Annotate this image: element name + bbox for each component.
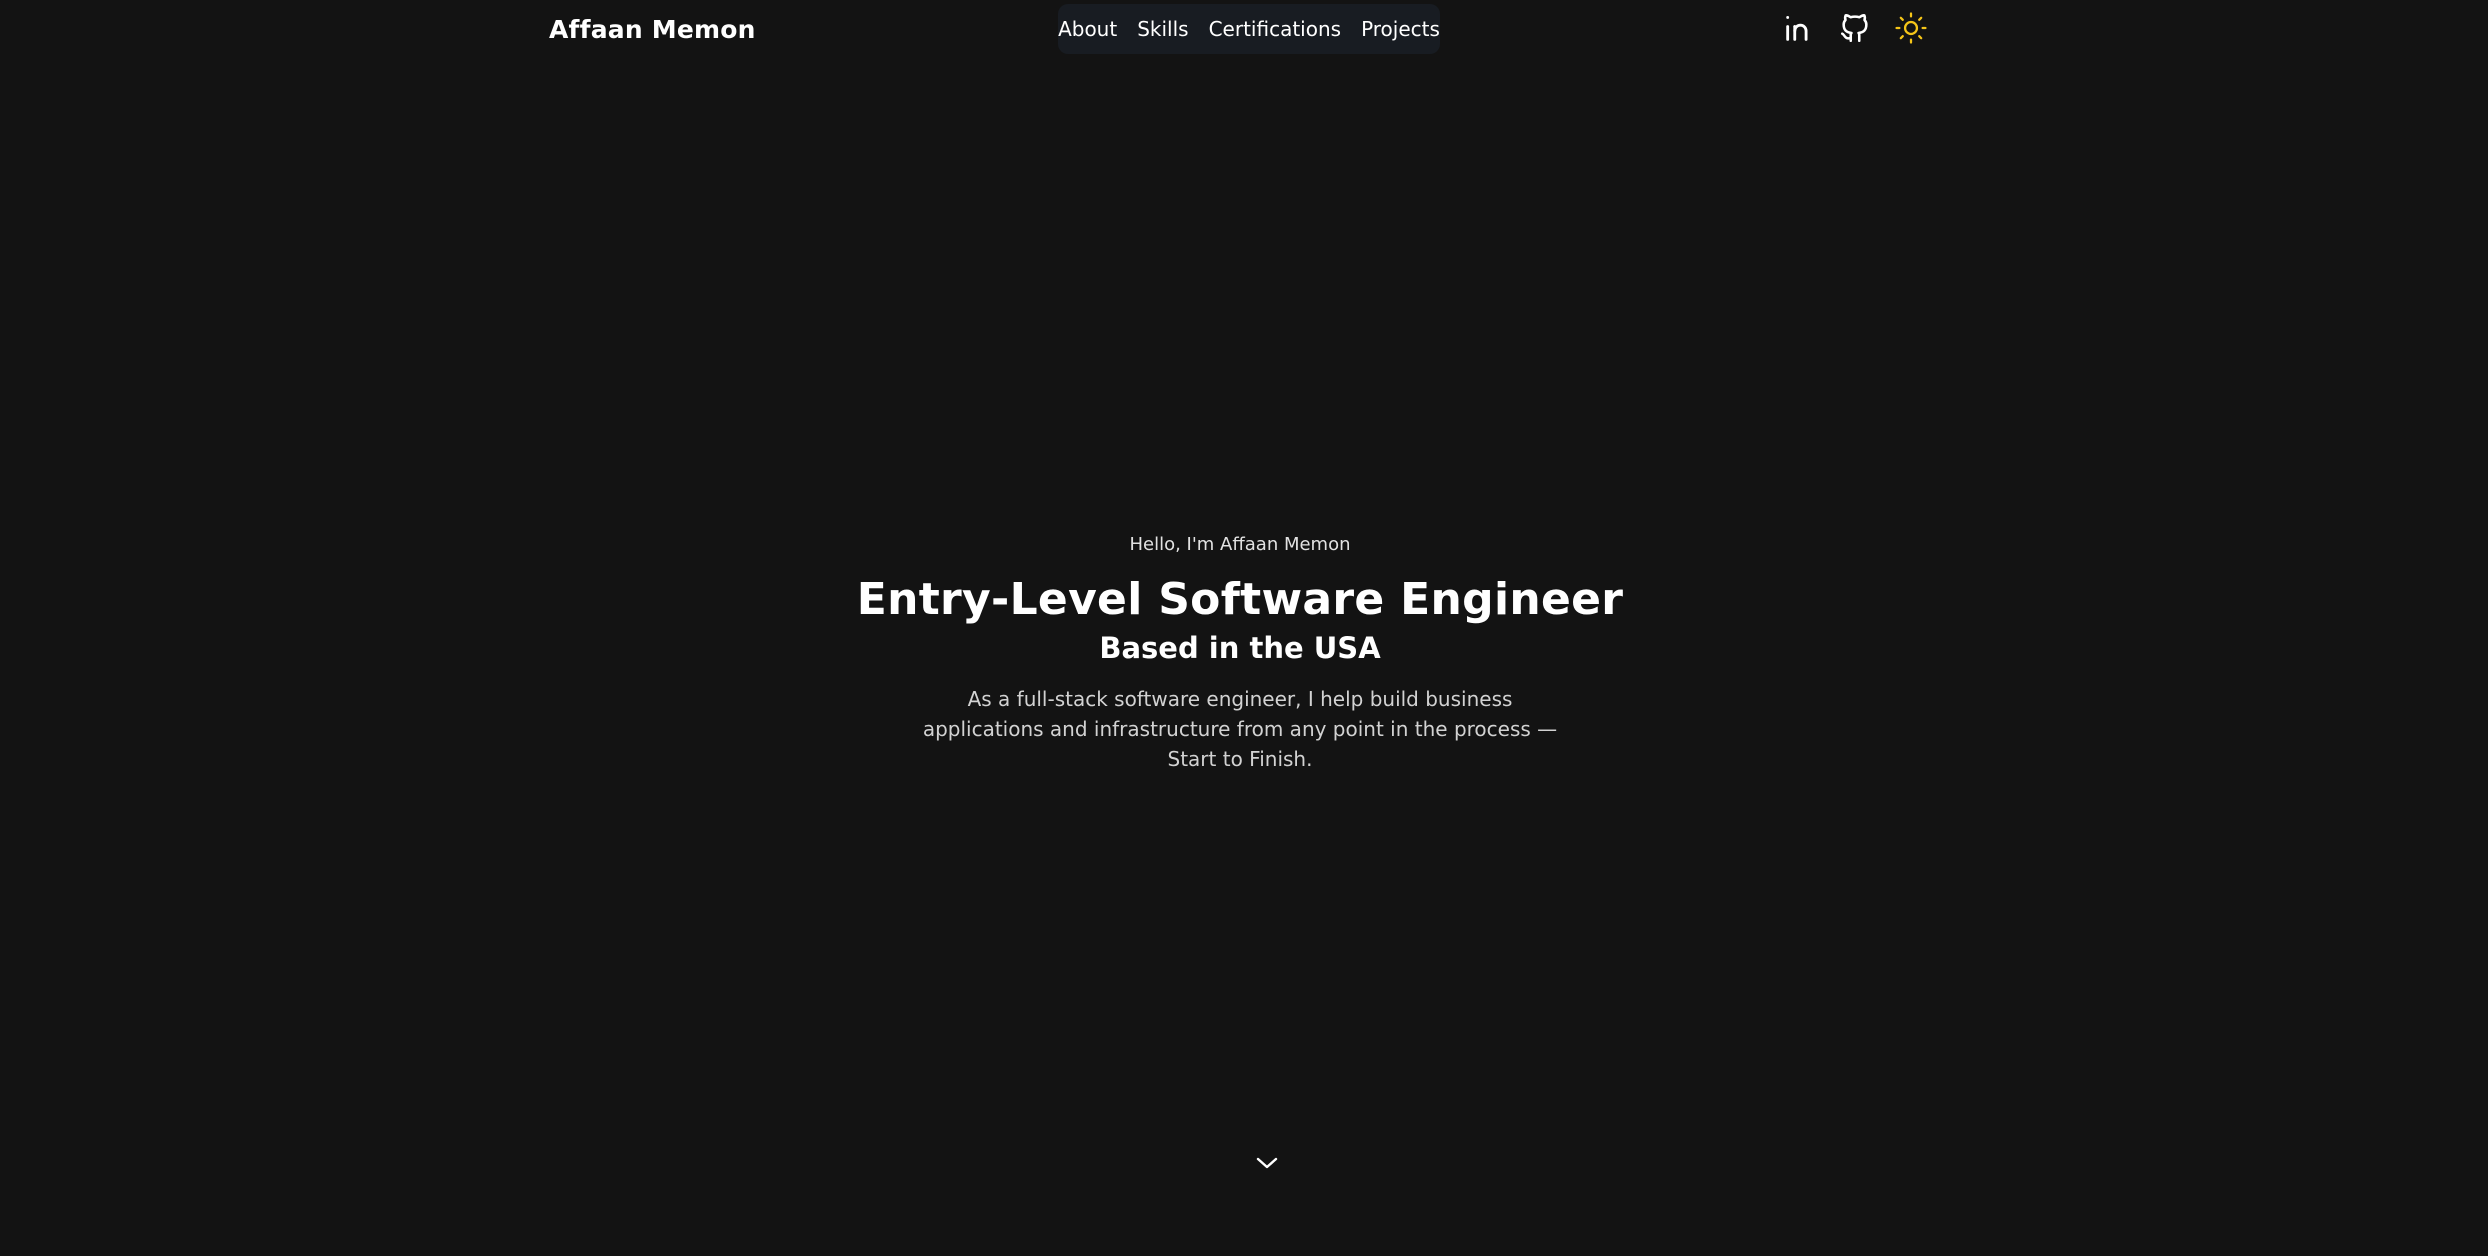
nav-link-certifications[interactable]: Certifications <box>1209 17 1341 41</box>
github-icon[interactable] <box>1836 10 1874 46</box>
hero-title: Entry-Level Software Engineer <box>856 574 1624 625</box>
page: Affaan Memon About Skills Certifications… <box>0 0 2488 1256</box>
hero-greeting: Hello, I'm Affaan Memon <box>1129 534 1351 555</box>
sun-icon[interactable] <box>1892 10 1930 46</box>
header-icons <box>1780 10 1930 46</box>
hero-section: Hello, I'm Affaan Memon Entry-Level Soft… <box>0 528 2480 774</box>
main-nav: About Skills Certifications Projects <box>1058 4 1440 54</box>
linkedin-icon[interactable] <box>1780 10 1818 46</box>
nav-link-about[interactable]: About <box>1058 17 1117 41</box>
chevron-down-icon[interactable] <box>1250 1148 1284 1178</box>
hero-subtitle: Based in the USA <box>1099 631 1381 665</box>
nav-link-skills[interactable]: Skills <box>1137 17 1188 41</box>
hero-description: As a full-stack software engineer, I hel… <box>922 687 1558 771</box>
brand-name[interactable]: Affaan Memon <box>549 10 756 50</box>
nav-link-projects[interactable]: Projects <box>1361 17 1440 41</box>
